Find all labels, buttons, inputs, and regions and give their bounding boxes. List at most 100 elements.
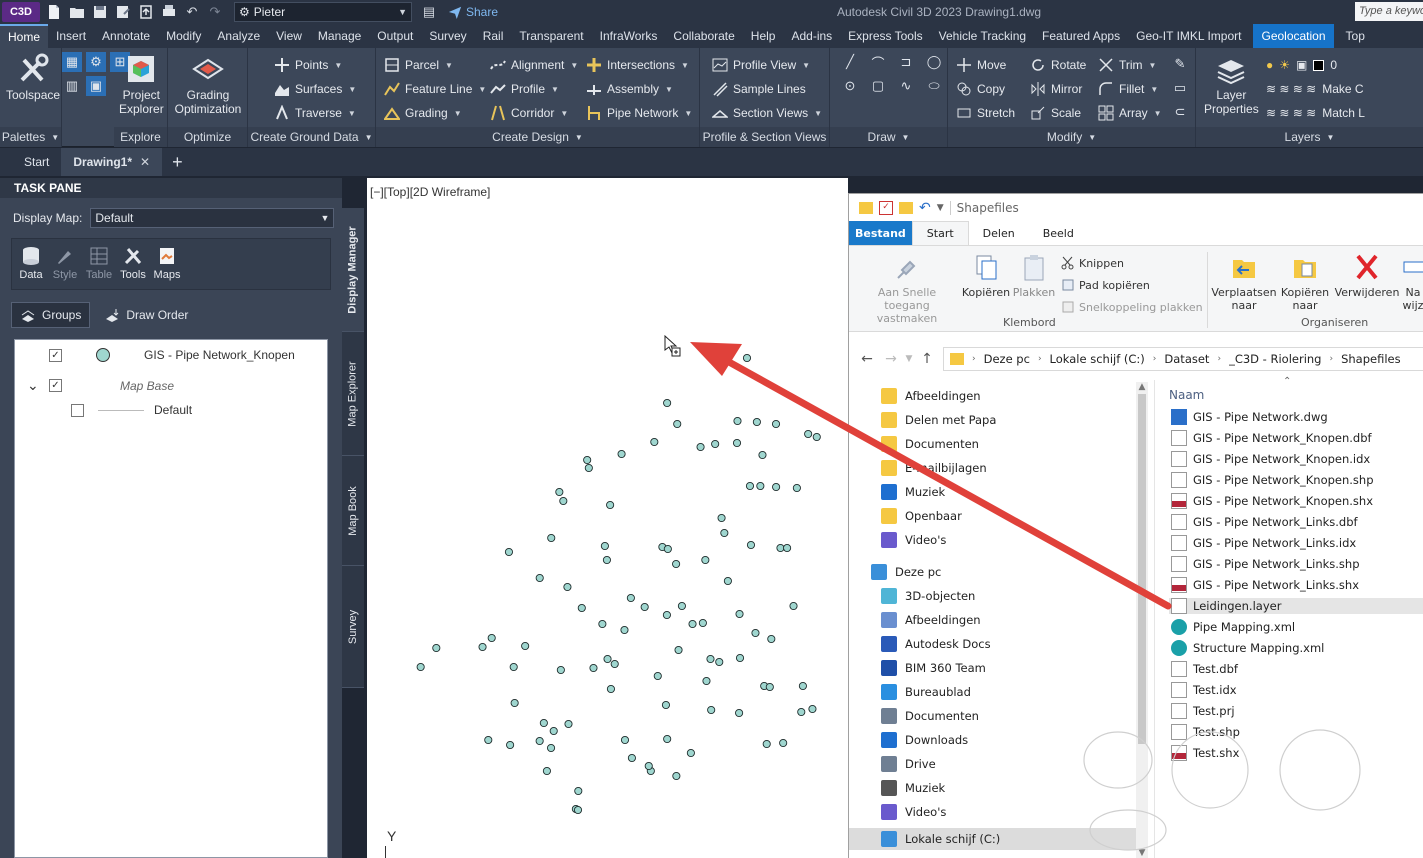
- pipe-node[interactable]: [663, 398, 672, 408]
- nav-item-videos-pc[interactable]: Video's: [881, 804, 946, 820]
- stretch-button[interactable]: Stretch: [956, 102, 1015, 124]
- pipe-node[interactable]: [539, 718, 548, 728]
- prospector-icon[interactable]: ▦: [62, 52, 82, 72]
- plot-icon[interactable]: [160, 3, 178, 21]
- display-map-select[interactable]: Default ▼: [90, 208, 335, 228]
- pipe-node[interactable]: [583, 455, 592, 465]
- layer-row-knopen[interactable]: ✓ GIS - Pipe Network_Knopen: [49, 348, 295, 362]
- assembly-button[interactable]: Assembly ▼: [586, 78, 673, 100]
- offset-icon[interactable]: ⊂: [1170, 102, 1190, 122]
- traverse-button[interactable]: Traverse ▼: [274, 102, 356, 124]
- palettes-title[interactable]: Palettes ▼: [0, 127, 61, 147]
- navigation-scrollbar[interactable]: ▲ ▼: [1136, 382, 1148, 858]
- pipe-node[interactable]: [549, 726, 558, 736]
- column-header-name[interactable]: Naam: [1169, 388, 1204, 402]
- pipe-node[interactable]: [600, 541, 609, 551]
- path-segment[interactable]: Shapefiles: [1341, 352, 1401, 366]
- pipe-node[interactable]: [672, 559, 681, 569]
- tab-map-explorer[interactable]: Map Explorer: [342, 332, 364, 456]
- match-layer-button[interactable]: ≋ ≋ ≋ ≋ Match L: [1266, 102, 1365, 124]
- nav-item-documenten[interactable]: Documenten: [881, 436, 979, 452]
- pipe-node[interactable]: [772, 482, 781, 492]
- nav-item-bim-360-team[interactable]: BIM 360 Team: [881, 660, 986, 676]
- pipe-node[interactable]: [765, 682, 774, 692]
- nav-item-delen-met-papa[interactable]: Delen met Papa: [881, 412, 996, 428]
- pipe-node[interactable]: [762, 739, 771, 749]
- ellipse-icon[interactable]: ⬭: [924, 76, 944, 96]
- pipe-node[interactable]: [650, 437, 659, 447]
- pipe-node[interactable]: [661, 700, 670, 710]
- pipe-node[interactable]: [776, 543, 785, 553]
- style-tool[interactable]: Style: [50, 245, 80, 283]
- pipe-node[interactable]: [702, 676, 711, 686]
- tools-tool[interactable]: Tools: [118, 245, 148, 283]
- tab-start[interactable]: Start: [0, 148, 61, 176]
- pipe-node[interactable]: [555, 487, 564, 497]
- pipe-node[interactable]: [521, 641, 530, 651]
- pipe-node[interactable]: [620, 735, 630, 745]
- file-row[interactable]: GIS - Pipe Network_Knopen.dbf: [1171, 430, 1372, 446]
- file-row[interactable]: Test.shx: [1171, 745, 1239, 761]
- save-as-icon[interactable]: [114, 3, 132, 21]
- corridor-button[interactable]: Corridor ▼: [490, 102, 568, 124]
- tab-featured-apps[interactable]: Featured Apps: [1034, 24, 1128, 48]
- pipe-node[interactable]: [673, 419, 682, 429]
- delete-button[interactable]: Verwijderen: [1335, 252, 1399, 299]
- array-button[interactable]: Array ▼: [1098, 102, 1162, 124]
- pipe-node[interactable]: [723, 576, 732, 586]
- pipe-node[interactable]: [662, 610, 671, 620]
- pipe-network-button[interactable]: Pipe Network ▼: [586, 102, 692, 124]
- tab-geolocation[interactable]: Geolocation: [1253, 24, 1334, 48]
- rotate-button[interactable]: Rotate: [1030, 54, 1086, 76]
- copy-path-button[interactable]: Pad kopiëren: [1061, 278, 1150, 292]
- file-row[interactable]: GIS - Pipe Network.dwg: [1171, 409, 1328, 425]
- pipe-node[interactable]: [720, 528, 729, 538]
- pipe-node[interactable]: [484, 735, 493, 745]
- pipe-node[interactable]: [416, 662, 425, 672]
- pipe-node[interactable]: [792, 483, 801, 493]
- pipe-node[interactable]: [535, 736, 544, 746]
- path-segment[interactable]: Dataset: [1164, 352, 1209, 366]
- new-tab-button[interactable]: +: [162, 148, 193, 176]
- pipe-node[interactable]: [563, 582, 572, 592]
- project-explorer-button[interactable]: Project Explorer: [119, 52, 164, 116]
- toolbox-icon[interactable]: ▣: [86, 76, 106, 96]
- redo-icon[interactable]: ↷: [206, 3, 224, 21]
- pin-quick-access-button[interactable]: Aan Snelle toegang vastmaken: [855, 252, 959, 325]
- table-tool[interactable]: Table: [84, 245, 114, 283]
- workspace-select[interactable]: ⚙ Pieter ▼: [234, 2, 412, 22]
- grading-optimization-button[interactable]: Grading Optimization: [172, 52, 244, 116]
- properties-icon[interactable]: ✓: [879, 201, 893, 215]
- file-row[interactable]: GIS - Pipe Network_Knopen.shx: [1171, 493, 1373, 509]
- pipe-node[interactable]: [509, 662, 518, 672]
- drawing-canvas[interactable]: [−][Top][2D Wireframe] Y: [367, 178, 848, 858]
- pipe-node[interactable]: [789, 601, 798, 611]
- copy-to-button[interactable]: Kopiëren naar: [1277, 252, 1333, 312]
- move-to-button[interactable]: Verplaatsen naar: [1211, 252, 1277, 312]
- settings-gear-icon[interactable]: ⚙: [86, 52, 106, 72]
- polyline-icon[interactable]: ⌒: [868, 52, 888, 72]
- modify-title[interactable]: Modify ▼: [948, 127, 1195, 147]
- nav-item-afbeeldingen-pc[interactable]: Afbeeldingen: [881, 612, 981, 628]
- grading-button[interactable]: Grading ▼: [384, 102, 462, 124]
- chevron-down-icon[interactable]: ▼: [937, 203, 944, 213]
- nav-item-afbeeldingen[interactable]: Afbeeldingen: [881, 388, 981, 404]
- pipe-node[interactable]: [742, 353, 752, 363]
- pipe-node[interactable]: [663, 544, 672, 554]
- pipe-node[interactable]: [627, 753, 636, 763]
- section-views-button[interactable]: Section Views ▼: [712, 102, 822, 124]
- file-row[interactable]: Test.shp: [1171, 724, 1240, 740]
- pipe-node[interactable]: [674, 645, 683, 655]
- pipe-node[interactable]: [559, 496, 568, 506]
- tab-survey[interactable]: Survey: [421, 24, 474, 48]
- layer-properties-button[interactable]: Layer Properties: [1204, 52, 1259, 116]
- nav-item-muziek[interactable]: Muziek: [881, 484, 945, 500]
- pipe-node[interactable]: [707, 705, 716, 715]
- cut-button[interactable]: Knippen: [1061, 256, 1124, 270]
- pipe-node[interactable]: [706, 654, 715, 664]
- pipe-node[interactable]: [808, 704, 817, 714]
- pipe-node[interactable]: [783, 543, 792, 553]
- erase-icon[interactable]: ✎: [1170, 54, 1190, 74]
- tab-insert[interactable]: Insert: [48, 24, 94, 48]
- hatch-icon[interactable]: ▢: [868, 76, 888, 96]
